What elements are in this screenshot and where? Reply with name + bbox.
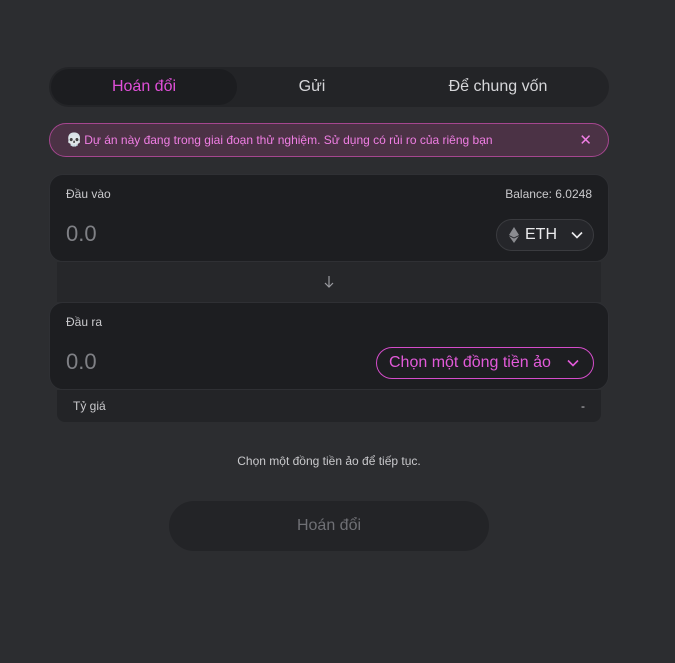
warning-text: Dự án này đang trong giai đoạn thử nghiệ… [84,133,493,147]
tab-swap[interactable]: Hoán đổi [51,69,237,105]
ethereum-icon [509,227,519,243]
output-label: Đầu ra [66,315,103,329]
token-symbol: ETH [525,226,557,243]
skull-icon: 💀 [66,132,83,147]
exchange-rate-row: Tỷ giá - [57,390,601,422]
output-card: Đầu ra Chọn một đồng tiền ảo [49,302,609,390]
rate-label: Tỷ giá [73,399,106,413]
chevron-down-icon [571,231,583,239]
output-amount-field[interactable] [66,349,316,375]
warning-banner: 💀 Dự án này đang trong giai đoạn thử ngh… [49,123,609,157]
tab-send[interactable]: Gửi [237,67,387,107]
balance-text: Balance: 6.0248 [505,187,592,201]
input-label: Đầu vào [66,187,111,201]
tab-pool[interactable]: Để chung vốn [387,67,609,107]
output-token-selector[interactable]: Chọn một đồng tiền ảo [376,347,594,379]
hint-text: Chọn một đồng tiền ảo để tiếp tục. [237,454,421,468]
tab-bar: Hoán đổi Gửi Để chung vốn [49,67,609,107]
token-select-label: Chọn một đồng tiền ảo [389,354,551,371]
arrow-down-icon [324,276,334,288]
input-token-selector[interactable]: ETH [496,219,594,251]
chevron-down-icon [567,359,579,367]
close-icon[interactable]: ✕ [575,131,596,149]
swap-direction-button[interactable] [57,262,601,302]
input-card: Đầu vào Balance: 6.0248 ETH [49,174,609,262]
swap-button[interactable]: Hoán đổi [169,501,489,551]
rate-value: - [581,399,585,413]
input-amount-field[interactable] [66,221,316,247]
